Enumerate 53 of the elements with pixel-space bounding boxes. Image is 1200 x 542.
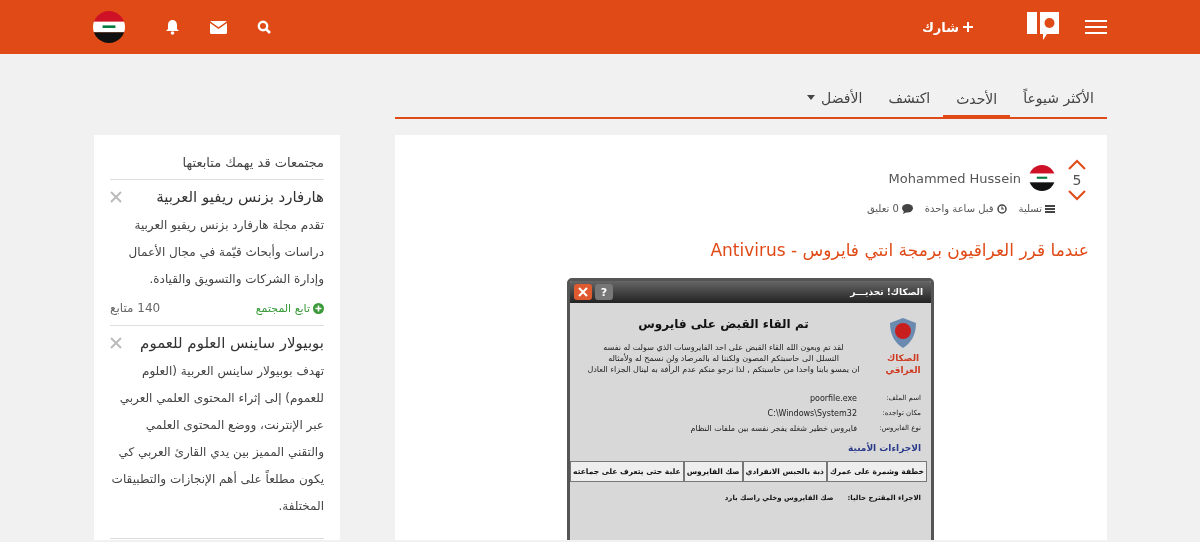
field-value: C:\Windows\System32 [767,409,857,419]
vote-count: 5 [1072,172,1082,188]
close-icon [578,287,588,297]
caret-icon [807,95,816,100]
follower-count: 140 متابع [110,301,161,315]
menu-button[interactable] [1085,19,1107,35]
community-description: تقدم مجلة هارفارد بزنس ريفيو العربية دراسات وأبحاث قيّمة في مجال الأعمال وإدارة الشركات والتسويق والقيادة. [127,217,324,289]
dialog-heading: تم القاء القبض على فايروس [638,317,809,331]
dialog-message-line: لقد تم وبعون الله القاء القبض على احد الفايروسات الذي سولت له نفسه [603,343,844,352]
tab[interactable]: الأكثر شيوعاً [1010,82,1107,117]
tab[interactable]: الأفضل [794,82,876,117]
plus-circle-icon [313,302,324,314]
flag-icon [93,11,125,43]
share-button[interactable]: شارك [921,19,973,35]
chevron-down-icon [1068,190,1086,201]
upvote-button[interactable] [1068,159,1086,170]
category-link[interactable]: تسلية [1018,203,1042,214]
search-button[interactable] [257,20,271,34]
follow-button[interactable]: تابع المجتمع [255,301,324,315]
tab[interactable]: الأحدث [943,82,1011,119]
dialog-message-line: التسلل الى حاسبتكم المصون ولكننا له بالمرصاد ولن نسمح له ولأمثاله [608,354,839,363]
close-icon [110,337,122,349]
flag-icon [1029,165,1055,191]
menu-icon [1085,19,1107,35]
post-title[interactable]: عندما قرر العراقيون برمجة انتي فايروس - Antivirus [413,240,1089,260]
plus-icon [963,22,973,32]
community-name[interactable]: بوبيولار ساينس العلوم للعموم [140,334,324,352]
shield-icon [888,317,918,349]
author-link[interactable]: Mohammed Hussein [888,170,1021,186]
chevron-up-icon [1068,159,1086,170]
messages-button[interactable] [210,20,227,34]
community-name[interactable]: هارفارد بزنس ريفيو العربية [156,188,324,206]
dialog-brand: الصكاك العراقي [885,353,921,377]
downvote-button[interactable] [1068,190,1086,201]
profile-button[interactable] [93,11,125,43]
notifications-button[interactable] [165,19,180,35]
dialog-title: الصكاك! تحذيـــر [850,287,923,297]
tab[interactable]: اكتشف [875,82,944,117]
field-value: poorfile.exe [809,394,857,404]
bell-icon [165,19,180,35]
envelope-icon [210,20,227,34]
dialog-message-line: ان يمسو بابنا واحدا من حاسبتكم , لذا نرجو منكم عدم الرأفة به لينال الجزاء العادل [587,365,860,374]
community-description: تهدف بوبيولار ساينس العربية (العلوم للعموم) إلى إثراء المحتوى العلمي العربي عبر الإنترنت، ووضع المحتوى العلمي والتقني المميز بين يدي القارئ العربي كي يكون مطلعاً على أهم الإنجازات والتطبيقات المختلفة. [110,363,324,515]
sidebar-heading: مجتمعات قد يهمك متابعتها [110,155,324,180]
search-icon [257,20,271,34]
close-icon [110,191,122,203]
dialog-section-heading: الاجراءات الأمنية [847,441,922,456]
clock-icon [996,203,1007,214]
field-value: فايروس خطير شغله يفجر نفسه بين ملفات النظام [690,424,857,434]
comments-link[interactable]: 0 تعليق [867,203,899,214]
comment-icon [901,203,913,214]
post-time: قبل ساعة واحدة [924,203,994,214]
list-icon [1045,204,1055,213]
